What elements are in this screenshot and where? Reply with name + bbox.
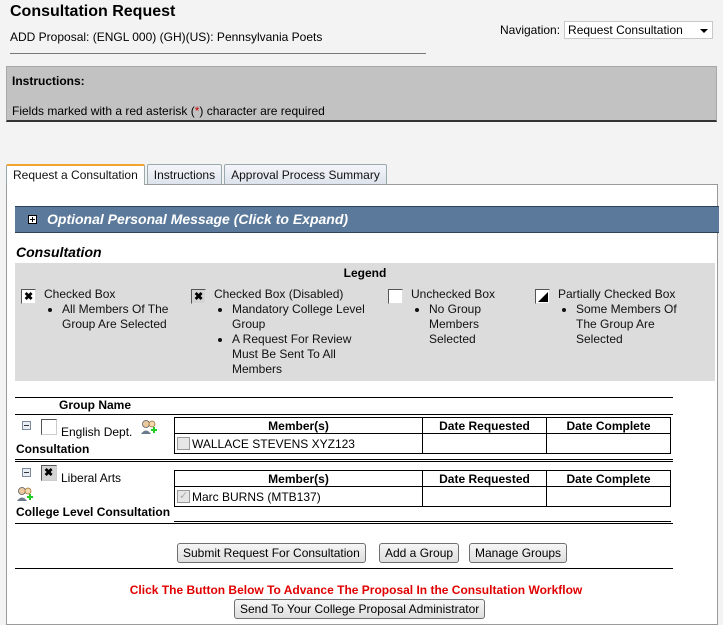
legend-bullet: No Group Members Selected — [429, 302, 501, 347]
checked-box-icon: ✖ — [21, 289, 36, 304]
consultation-heading: Consultation — [16, 244, 102, 260]
members-table: Member(s) Date Requested Date Complete W… — [174, 417, 671, 454]
group-table-bottom-rule — [15, 523, 673, 524]
table-row: Marc BURNS (MTB137) — [174, 486, 671, 507]
members-column-header: Member(s) — [174, 417, 423, 434]
tab-request-consultation[interactable]: Request a Consultation — [6, 164, 145, 185]
member-checkbox[interactable] — [177, 436, 190, 450]
navigation-selected-value: Request Consultation — [568, 23, 683, 37]
date-requested-cell — [422, 433, 547, 454]
table-footer-rule — [174, 521, 671, 522]
members-column-header: Member(s) — [174, 470, 423, 487]
date-complete-cell — [546, 486, 671, 507]
group-type: Consultation — [16, 442, 90, 456]
navigation-label: Navigation: — [500, 23, 561, 37]
group-checkbox-liberal-arts: ✖ — [41, 465, 57, 481]
send-to-administrator-button[interactable]: Send To Your College Proposal Administra… — [234, 599, 486, 619]
legend-title: Legend — [343, 266, 387, 280]
table-row: WALLACE STEVENS XYZ123 — [174, 433, 671, 454]
member-name: Marc BURNS (MTB137) — [192, 489, 321, 504]
instructions-text-start: Fields marked with a red asterisk ( — [12, 104, 195, 118]
instructions-title: Instructions: — [12, 74, 85, 88]
date-requested-column-header: Date Requested — [422, 417, 547, 434]
date-complete-column-header: Date Complete — [546, 470, 671, 487]
legend: Legend ✖ Checked Box All Members Of The … — [15, 263, 715, 381]
add-member-icon[interactable] — [140, 419, 158, 435]
manage-groups-button[interactable]: Manage Groups — [469, 543, 568, 563]
members-table: Member(s) Date Requested Date Complete M… — [174, 470, 671, 507]
navigation-select[interactable]: Request Consultation — [564, 21, 714, 39]
group-type: College Level Consultation — [16, 505, 171, 519]
date-requested-cell — [422, 486, 547, 507]
tab-bar: Request a Consultation Instructions Appr… — [6, 164, 389, 185]
legend-bullet: A Request For Review Must Be Sent To All… — [232, 332, 374, 377]
legend-label: Partially Checked Box — [558, 287, 676, 301]
title-divider — [10, 53, 426, 54]
member-cell: WALLACE STEVENS XYZ123 — [174, 433, 423, 454]
navigation: Navigation: Request Consultation — [500, 21, 714, 39]
unchecked-box-icon — [388, 289, 403, 304]
page-title: Consultation Request — [10, 3, 176, 20]
section-divider — [15, 568, 673, 569]
optional-message-label: Optional Personal Message (Click to Expa… — [47, 211, 349, 227]
optional-message-toggle[interactable]: Optional Personal Message (Click to Expa… — [15, 206, 719, 233]
tab-instructions[interactable]: Instructions — [146, 164, 223, 184]
legend-bullet: Mandatory College Level Group — [232, 302, 374, 332]
tab-panel: Optional Personal Message (Click to Expa… — [6, 184, 719, 625]
legend-bullet: Some Members Of The Group Are Selected — [576, 302, 683, 347]
group-divider — [15, 459, 673, 460]
group-divider — [15, 461, 673, 462]
add-group-button[interactable]: Add a Group — [379, 543, 460, 563]
legend-label: Unchecked Box — [411, 287, 496, 301]
group-header-rule — [15, 414, 673, 415]
date-complete-cell — [546, 433, 671, 454]
legend-label: Checked Box — [44, 287, 116, 301]
legend-bullet: All Members Of The Group Are Selected — [62, 302, 184, 332]
proposal-subtitle: ADD Proposal: (ENGL 000) (GH)(US): Penns… — [10, 30, 323, 44]
expand-plus-icon — [28, 215, 37, 224]
tab-approval-process-summary[interactable]: Approval Process Summary — [224, 164, 387, 184]
instructions-text-end: ) character are required — [199, 104, 325, 118]
instructions-text: Fields marked with a red asterisk (*) ch… — [12, 104, 325, 118]
member-checkbox — [177, 489, 190, 503]
checked-disabled-box-icon: ✖ — [191, 289, 206, 304]
date-requested-column-header: Date Requested — [422, 470, 547, 487]
add-member-icon[interactable] — [16, 486, 34, 502]
group-name-header: Group Name — [59, 398, 132, 412]
member-cell: Marc BURNS (MTB137) — [174, 486, 423, 507]
group-name: English Dept. — [61, 425, 133, 439]
group-name: Liberal Arts — [61, 471, 122, 485]
workflow-message: Click The Button Below To Advance The Pr… — [129, 583, 583, 597]
group-checkbox-english[interactable] — [41, 419, 57, 435]
submit-request-button[interactable]: Submit Request For Consultation — [177, 543, 366, 563]
partial-box-icon — [535, 289, 550, 304]
instructions-box: Instructions: Fields marked with a red a… — [6, 66, 717, 122]
chevron-down-icon — [700, 29, 709, 33]
collapse-minus-icon[interactable] — [22, 421, 31, 430]
collapse-minus-icon[interactable] — [22, 468, 31, 477]
member-id: XYZ123 — [311, 436, 355, 451]
date-complete-column-header: Date Complete — [546, 417, 671, 434]
member-name: WALLACE STEVENS — [192, 436, 309, 451]
legend-label: Checked Box (Disabled) — [214, 287, 344, 301]
